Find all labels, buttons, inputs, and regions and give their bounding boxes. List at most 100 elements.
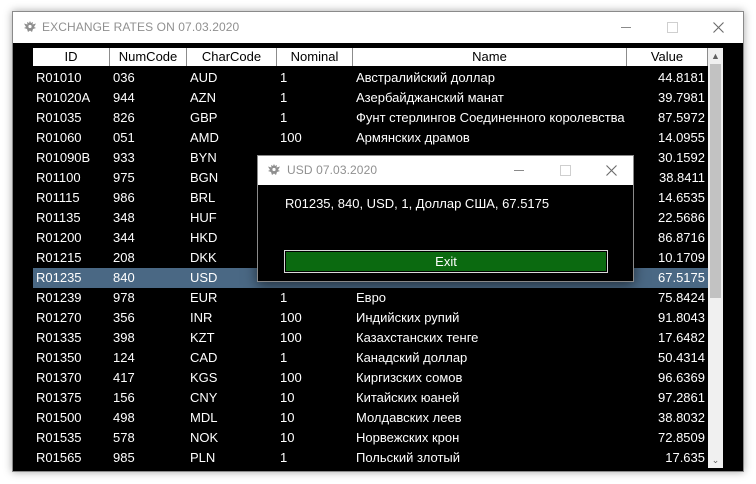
table-cell: Австралийский доллар: [356, 70, 495, 85]
table-cell: 156: [113, 390, 135, 405]
table-cell: R01060: [36, 130, 82, 145]
table-cell: R01010: [36, 70, 82, 85]
table-cell: R01090B: [36, 150, 91, 165]
table-cell: 91.8043: [658, 310, 705, 325]
maximize-icon: [559, 165, 571, 176]
table-cell: 22.5686: [658, 210, 705, 225]
table-cell: 036: [113, 70, 135, 85]
dialog-title: USD 07.03.2020: [287, 163, 378, 177]
table-cell: 1: [280, 290, 288, 305]
table-cell: R01020A: [36, 90, 91, 105]
table-cell: CAD: [190, 350, 218, 365]
column-header[interactable]: Value: [627, 48, 708, 66]
table-cell: 86.8716: [658, 230, 705, 245]
table-cell: Молдавских леев: [356, 410, 462, 425]
dialog-maximize-button[interactable]: [542, 156, 588, 185]
table-cell: Китайских юаней: [356, 390, 460, 405]
dialog-titlebar[interactable]: USD 07.03.2020: [258, 156, 633, 185]
close-button[interactable]: [695, 12, 741, 43]
table-cell: Казахстанских тенге: [356, 330, 479, 345]
table-cell: R01239: [36, 290, 82, 305]
exit-button[interactable]: Exit: [284, 250, 608, 273]
dialog-minimize-button[interactable]: [496, 156, 542, 185]
column-header[interactable]: Name: [353, 48, 627, 66]
table-row[interactable]: R01535 578 NOK 10 Норвежских крон 72.8509: [33, 428, 708, 448]
table-cell: 96.6369: [658, 370, 705, 385]
table-cell: R01535: [36, 430, 82, 445]
table-row[interactable]: R01035 826 GBP 1 Фунт стерлингов Соединенног…: [33, 108, 708, 128]
table-cell: 986: [113, 190, 135, 205]
table-row[interactable]: R01060 051 AMD 100 Армянских драмов 14.0955: [33, 128, 708, 148]
window-title: EXCHANGE RATES ON 07.03.2020: [42, 20, 240, 34]
table-cell: 38.8411: [658, 170, 705, 185]
table-cell: 10: [280, 390, 295, 405]
scrollbar-thumb[interactable]: [710, 64, 721, 298]
table-cell: NOK: [190, 430, 219, 445]
maximize-button[interactable]: [649, 12, 695, 43]
table-cell: R01135: [36, 210, 81, 225]
table-cell: 840: [113, 270, 135, 285]
table-cell: 1: [280, 110, 288, 125]
table-cell: R01350: [36, 350, 82, 365]
table-row[interactable]: R01010 036 AUD 1 Австралийский доллар 44.8181: [33, 68, 708, 88]
table-cell: 344: [113, 230, 135, 245]
column-header[interactable]: Nominal: [277, 48, 353, 66]
table-cell: 051: [113, 130, 135, 145]
table-cell: GBP: [190, 110, 218, 125]
table-cell: R01115: [36, 190, 80, 205]
table-row[interactable]: R01375 156 CNY 10 Китайских юаней 97.2861: [33, 388, 708, 408]
table-row[interactable]: R01239 978 EUR 1 Евро 75.8424: [33, 288, 708, 308]
table-cell: 14.6535: [658, 190, 705, 205]
minimize-icon: [621, 27, 631, 28]
table-cell: Норвежских крон: [356, 430, 460, 445]
table-row[interactable]: R01565 985 PLN 1 Польский злотый 17.635: [33, 448, 708, 468]
table-cell: 100: [280, 370, 302, 385]
table-cell: PLN: [190, 450, 216, 465]
table-cell: R01500: [36, 410, 82, 425]
table-cell: 124: [113, 350, 135, 365]
table-cell: Польский злотый: [356, 450, 461, 465]
table-cell: 100: [280, 310, 302, 325]
minimize-icon: [514, 170, 524, 171]
table-cell: 67.5175: [658, 270, 705, 285]
table-cell: 75.8424: [658, 290, 705, 305]
table-row[interactable]: R01270 356 INR 100 Индийских рупий 91.8043: [33, 308, 708, 328]
table-row[interactable]: R01335 398 KZT 100 Казахстанских тенге 17.648…: [33, 328, 708, 348]
table-cell: 10.1709: [658, 250, 705, 265]
column-header[interactable]: NumCode: [110, 48, 187, 66]
scroll-down-icon[interactable]: ⌄: [708, 452, 723, 468]
close-icon: [712, 22, 724, 33]
table-cell: 100: [280, 130, 302, 145]
eagle-emblem-icon: [24, 21, 36, 32]
table-cell: AUD: [190, 70, 218, 85]
column-header[interactable]: CharCode: [187, 48, 277, 66]
table-cell: 10: [280, 410, 295, 425]
table-cell: Армянских драмов: [356, 130, 470, 145]
table-cell: 30.1592: [658, 150, 705, 165]
column-header[interactable]: ID: [33, 48, 110, 66]
dialog-close-button[interactable]: [588, 156, 634, 185]
table-cell: 38.8032: [658, 410, 705, 425]
table-cell: 17.635: [665, 450, 705, 465]
maximize-icon: [666, 22, 678, 33]
table-cell: R01100: [36, 170, 81, 185]
table-cell: KGS: [190, 370, 218, 385]
table-row[interactable]: R01370 417 KGS 100 Киргизских сомов 96.6369: [33, 368, 708, 388]
table-cell: MDL: [190, 410, 218, 425]
table-cell: 14.0955: [658, 130, 705, 145]
table-cell: 578: [113, 430, 135, 445]
table-cell: 985: [113, 450, 135, 465]
table-row[interactable]: R01500 498 MDL 10 Молдавских леев 38.8032: [33, 408, 708, 428]
scroll-up-icon[interactable]: ▲: [708, 48, 723, 64]
table-row[interactable]: R01350 124 CAD 1 Канадский доллар 50.4314: [33, 348, 708, 368]
minimize-button[interactable]: [603, 12, 649, 43]
table-cell: R01215: [36, 250, 82, 265]
dialog-message: R01235, 840, USD, 1, Доллар США, 67.5175: [285, 196, 550, 211]
main-titlebar[interactable]: EXCHANGE RATES ON 07.03.2020: [13, 12, 743, 43]
table-cell: R01565: [36, 450, 82, 465]
table-row[interactable]: R01020A 944 AZN 1 Азербайджанский манат 39.79…: [33, 88, 708, 108]
table-cell: Евро: [356, 290, 387, 305]
table-cell: 1: [280, 90, 288, 105]
table-cell: 17.6482: [658, 330, 705, 345]
vertical-scrollbar[interactable]: ▲ ⌄: [708, 48, 723, 468]
